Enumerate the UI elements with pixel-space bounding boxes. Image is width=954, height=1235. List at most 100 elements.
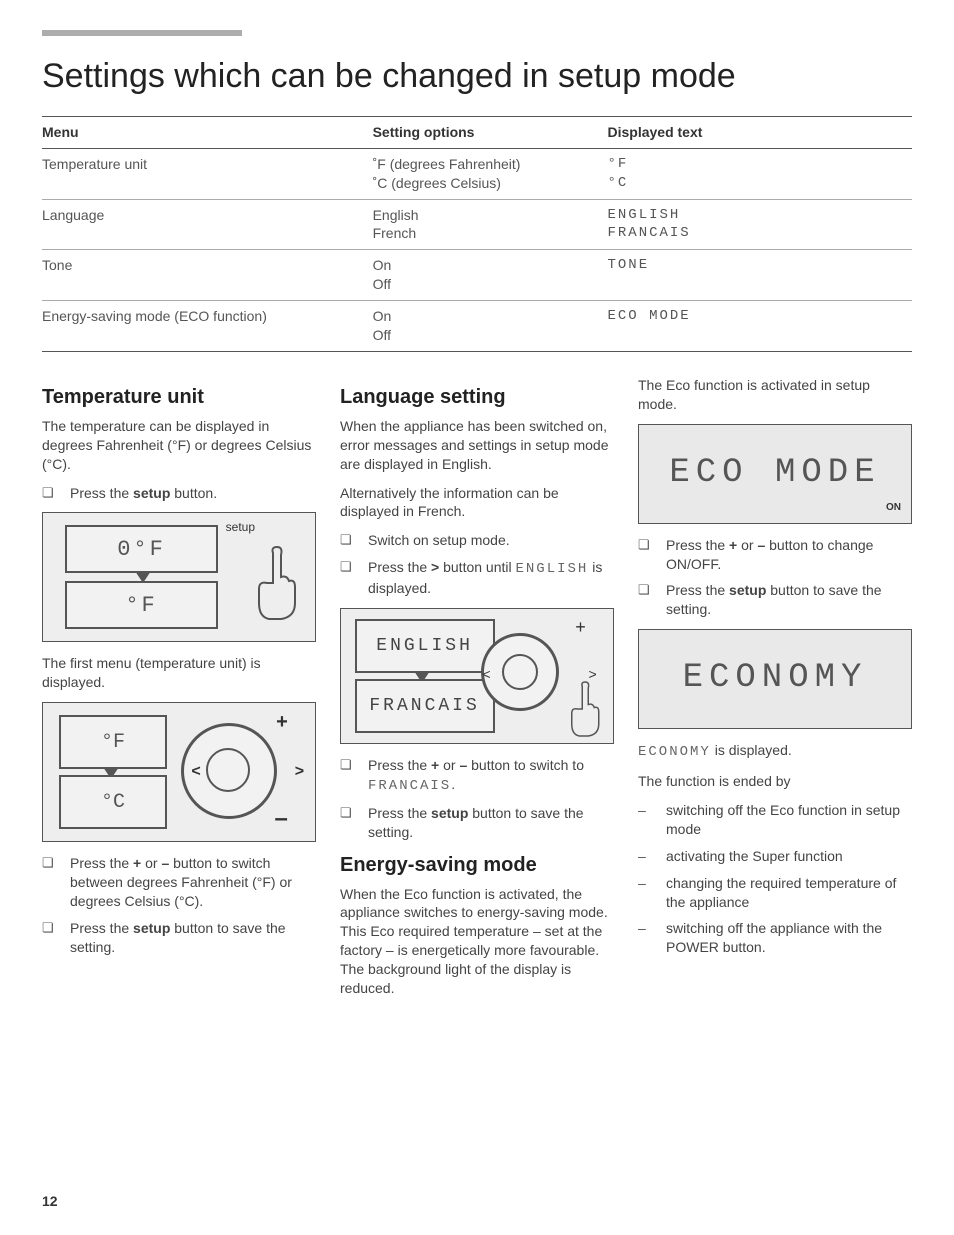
th-displayed: Displayed text	[607, 116, 912, 148]
text: is displayed.	[711, 742, 792, 758]
cell-displayed: °F °C	[607, 148, 912, 199]
text: Press the	[70, 485, 133, 501]
lcd-cell-bottom: °C	[59, 775, 166, 829]
text-bold: +	[431, 757, 439, 773]
text-bold: +	[729, 537, 737, 553]
hand-icon	[253, 543, 303, 623]
chevron-left-icon: <	[191, 761, 200, 783]
text: Press the	[368, 559, 431, 575]
text-bold: >	[431, 559, 439, 575]
col-language-energy: Language setting When the appliance has …	[340, 376, 614, 1008]
chevron-left-icon: <	[482, 665, 490, 684]
lcd-text: FRANCAIS	[368, 778, 451, 794]
lcd-text: ECONOMY	[638, 744, 711, 760]
lcd-text: ECO MODE	[669, 451, 880, 497]
lcd-text: ECONOMY	[683, 656, 868, 702]
language-p2: Alternatively the information can be dis…	[340, 484, 614, 522]
step-item: Switch on setup mode.	[340, 531, 614, 550]
page-title: Settings which can be changed in setup m…	[42, 54, 912, 100]
dash-item: changing the required temperature of the…	[638, 874, 912, 912]
on-badge: ON	[886, 501, 901, 515]
plus-icon: +	[575, 615, 586, 639]
dash-item: activating the Super function	[638, 847, 912, 866]
page-number: 12	[42, 1192, 58, 1211]
text: button to switch to	[467, 757, 584, 773]
dash-item: switching off the Eco function in setup …	[638, 801, 912, 839]
step-item: Press the setup button to save the setti…	[42, 919, 316, 957]
lcd-cell-top: 0°F	[65, 525, 219, 573]
step-item: Press the setup button to save the setti…	[340, 804, 614, 842]
col-temperature: Temperature unit The temperature can be …	[42, 376, 316, 1008]
table-row: Energy-saving mode (ECO function) On Off…	[42, 301, 912, 352]
step-item: Press the setup button.	[42, 484, 316, 503]
text: .	[451, 776, 455, 792]
decorative-bar	[42, 30, 242, 36]
settings-table: Menu Setting options Displayed text Temp…	[42, 116, 912, 352]
chevron-right-icon: >	[295, 761, 304, 783]
col-eco: The Eco function is activated in setup m…	[638, 376, 912, 1008]
heading-temperature: Temperature unit	[42, 384, 316, 411]
lcd-cell-bottom: FRANCAIS	[355, 679, 495, 733]
cell-displayed: TONE	[607, 250, 912, 301]
eco-end-intro: The function is ended by	[638, 772, 912, 791]
cell-options: English French	[373, 199, 608, 250]
dial-icon	[481, 633, 559, 711]
lcd-cell-top: ENGLISH	[355, 619, 495, 673]
text-bold: setup	[431, 805, 468, 821]
cell-displayed: ENGLISH FRANCAIS	[607, 199, 912, 250]
eco-p1: When the Eco function is activated, the …	[340, 885, 614, 998]
temperature-intro: The temperature can be displayed in degr…	[42, 417, 316, 474]
eco-p2: The Eco function is activated in setup m…	[638, 376, 912, 414]
eco-after-fig2: ECONOMY is displayed.	[638, 741, 912, 762]
dash-item: switching off the appliance with the POW…	[638, 919, 912, 957]
columns: Temperature unit The temperature can be …	[42, 376, 912, 1008]
cell-options: On Off	[373, 301, 608, 352]
cell-options: On Off	[373, 250, 608, 301]
figure-temp-dial: °F °C + – < >	[42, 702, 316, 842]
text: Press the	[70, 920, 133, 936]
table-row: Tone On Off TONE	[42, 250, 912, 301]
text: button.	[170, 485, 217, 501]
minus-icon: –	[274, 803, 287, 835]
step-item: Press the + or – button to switch to FRA…	[340, 756, 614, 796]
text: Press the	[368, 805, 431, 821]
heading-energy: Energy-saving mode	[340, 852, 614, 879]
step-item: Press the + or – button to switch betwee…	[42, 854, 316, 911]
text: or	[737, 537, 757, 553]
cell-menu: Language	[42, 199, 373, 250]
th-options: Setting options	[373, 116, 608, 148]
cell-displayed: ECO MODE	[607, 301, 912, 352]
table-row: Language English French ENGLISH FRANCAIS	[42, 199, 912, 250]
text-bold: setup	[133, 485, 170, 501]
figure-temp-setup: setup 0°F °F	[42, 512, 316, 642]
plus-icon: +	[276, 709, 288, 736]
lcd-cell-bottom: °F	[65, 581, 219, 629]
th-menu: Menu	[42, 116, 373, 148]
step-item: Press the > button until ENGLISH is disp…	[340, 558, 614, 598]
text: button until	[439, 559, 515, 575]
page: Settings which can be changed in setup m…	[0, 0, 954, 1235]
step-item: Press the + or – button to change ON/OFF…	[638, 536, 912, 574]
hand-icon	[563, 679, 609, 739]
language-p1: When the appliance has been switched on,…	[340, 417, 614, 474]
text-bold: setup	[133, 920, 170, 936]
lcd-cell-top: °F	[59, 715, 166, 769]
setup-label: setup	[226, 519, 255, 535]
figure-eco-mode: ECO MODE ON	[638, 424, 912, 524]
text: Press the	[70, 855, 133, 871]
lcd-text: ENGLISH	[516, 561, 589, 577]
text: Press the	[368, 757, 431, 773]
figure-language: ENGLISH FRANCAIS + – < >	[340, 608, 614, 744]
figure-economy: ECONOMY	[638, 629, 912, 729]
temperature-after-fig1: The first menu (temperature unit) is dis…	[42, 654, 316, 692]
text: Press the	[666, 537, 729, 553]
cell-menu: Tone	[42, 250, 373, 301]
text-bold: setup	[729, 582, 766, 598]
text: Press the	[666, 582, 729, 598]
text: or	[439, 757, 459, 773]
text-bold: +	[133, 855, 141, 871]
cell-options: ˚F (degrees Fahrenheit) ˚C (degrees Cels…	[373, 148, 608, 199]
text: or	[141, 855, 161, 871]
step-item: Press the setup button to save the setti…	[638, 581, 912, 619]
table-row: Temperature unit ˚F (degrees Fahrenheit)…	[42, 148, 912, 199]
